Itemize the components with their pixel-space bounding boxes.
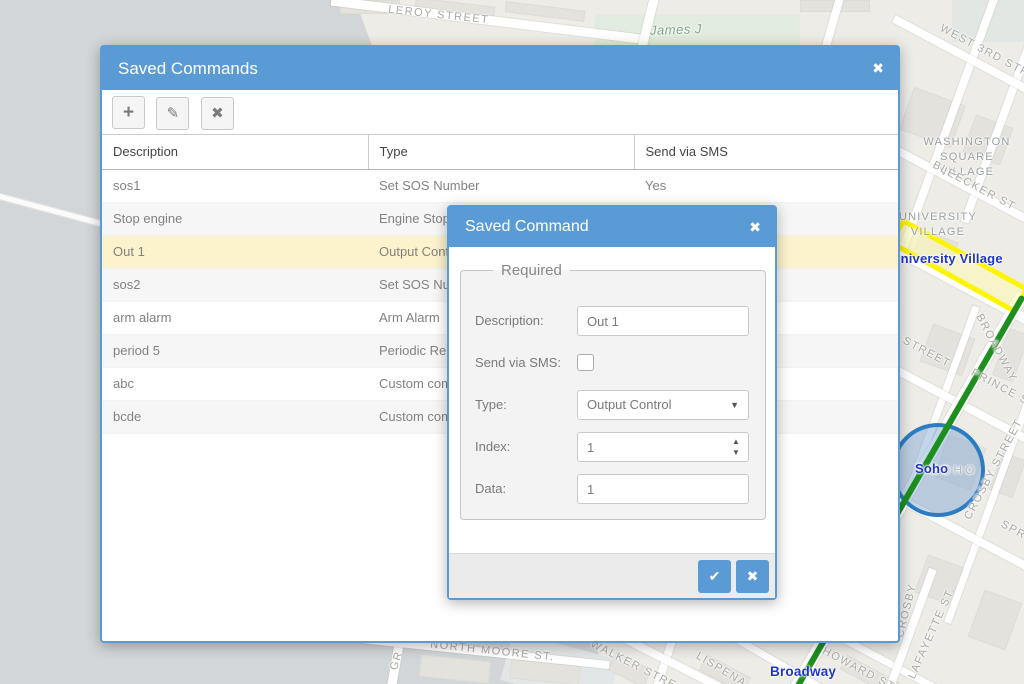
column-header-send-via-sms[interactable]: Send via SMS (634, 135, 898, 169)
type-select[interactable]: Output Control ▼ (577, 390, 749, 420)
table-row[interactable]: sos1 Set SOS Number Yes (102, 169, 898, 202)
form-body: Required Description: Send via SMS: Type… (449, 247, 775, 553)
saved-command-dialog-header[interactable]: Saved Command ✖ (449, 207, 775, 247)
description-field-row: Description: (475, 306, 753, 336)
close-icon[interactable]: ✖ (872, 47, 884, 90)
add-command-button[interactable]: + (112, 96, 145, 129)
area-label-university-village: UNIVERSITY VILLAGE (893, 210, 983, 240)
cell-type: Set SOS Number (368, 169, 634, 202)
form-footer: ✔ ✖ (449, 553, 775, 598)
data-label: Data: (475, 474, 577, 496)
cell-description: abc (102, 367, 368, 400)
park-label-james-walker: James J (650, 21, 702, 38)
spinner-buttons: ▲▼ (729, 436, 743, 458)
cell-description: sos1 (102, 169, 368, 202)
cell-description: period 5 (102, 334, 368, 367)
close-icon[interactable]: ✖ (749, 207, 761, 247)
description-label: Description: (475, 306, 577, 328)
send-via-sms-checkbox[interactable] (577, 354, 594, 371)
poi-label-university-village: University Village (891, 251, 1003, 266)
index-field-row: Index: ▲▼ (475, 432, 753, 462)
cell-sms: Yes (634, 169, 898, 202)
area-label-washington-square-village: WASHINGTON SQUARE VILLAGE (912, 135, 1022, 180)
cell-description: Out 1 (102, 235, 368, 268)
required-fieldset: Required Description: Send via SMS: Type… (460, 262, 766, 520)
saved-commands-dialog-header[interactable]: Saved Commands ✖ (102, 47, 898, 90)
cell-description: sos2 (102, 268, 368, 301)
description-input[interactable] (577, 306, 749, 336)
saved-command-form-dialog: Saved Command ✖ Required Description: Se… (447, 205, 777, 600)
dialog-title: Saved Command (449, 207, 589, 247)
commands-toolbar: + ✎ ✖ (102, 90, 898, 135)
poi-label-broadway: Broadway (770, 664, 836, 679)
dialog-title: Saved Commands (102, 47, 258, 90)
sms-field-row: Send via SMS: (475, 348, 753, 378)
cell-description: bcde (102, 400, 368, 433)
cell-description: Stop engine (102, 202, 368, 235)
confirm-button[interactable]: ✔ (698, 560, 731, 593)
table-header-row: Description Type Send via SMS (102, 135, 898, 169)
data-field-row: Data: (475, 474, 753, 504)
poi-label-soho: Soho (915, 461, 948, 476)
chevron-down-icon[interactable]: ▼ (730, 391, 739, 419)
edit-command-button[interactable]: ✎ (156, 97, 189, 130)
column-header-type[interactable]: Type (368, 135, 634, 169)
type-label: Type: (475, 390, 577, 412)
spinner-up-icon[interactable]: ▲ (729, 436, 743, 447)
data-input[interactable] (577, 474, 749, 504)
send-via-sms-label: Send via SMS: (475, 348, 577, 370)
index-spinner: ▲▼ (577, 432, 749, 462)
type-select-value: Output Control (587, 397, 672, 412)
building (968, 590, 1023, 651)
index-input[interactable] (578, 433, 718, 461)
column-header-description[interactable]: Description (102, 135, 368, 169)
fieldset-legend: Required (493, 262, 570, 279)
type-field-row: Type: Output Control ▼ (475, 390, 753, 420)
spinner-down-icon[interactable]: ▼ (729, 447, 743, 458)
street-label-spring: SPR (999, 518, 1024, 541)
delete-command-button[interactable]: ✖ (201, 97, 234, 130)
index-label: Index: (475, 432, 577, 454)
cell-description: arm alarm (102, 301, 368, 334)
cancel-button[interactable]: ✖ (736, 560, 769, 593)
